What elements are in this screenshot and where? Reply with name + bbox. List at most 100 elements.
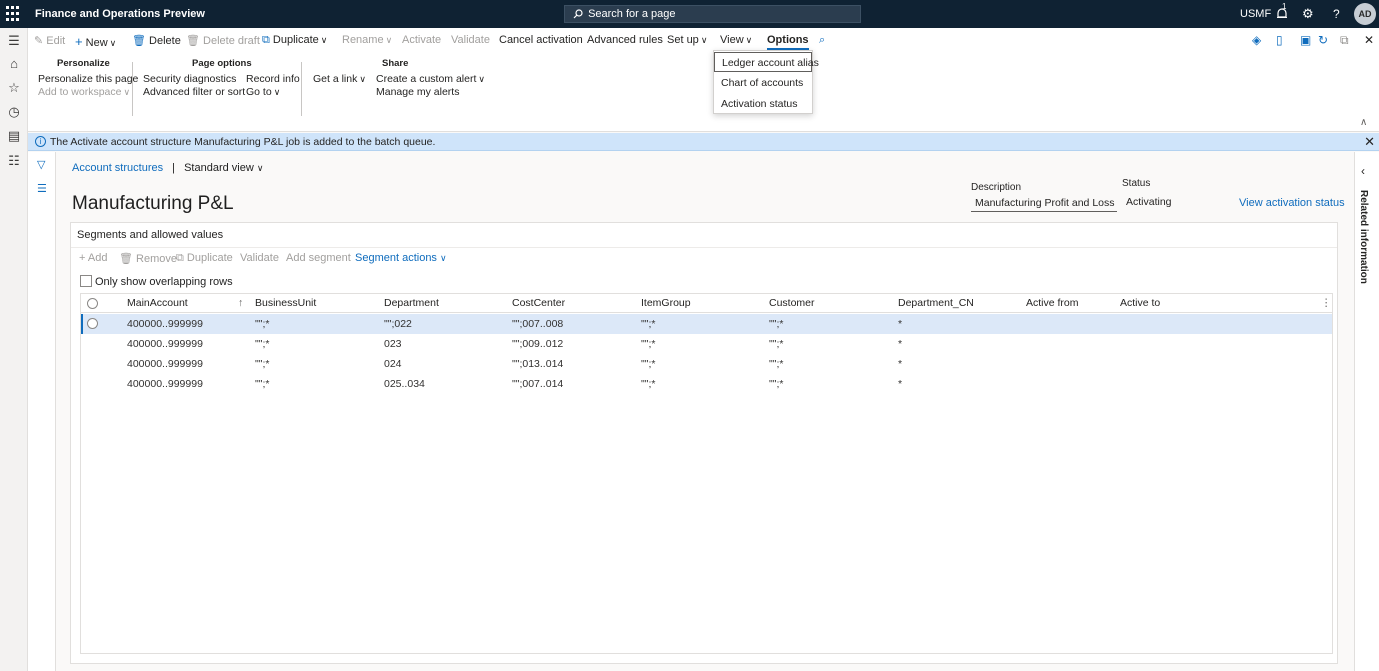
advanced-rules-button[interactable]: Advanced rules xyxy=(587,34,663,46)
cell-mainaccount[interactable]: 400000..999999 xyxy=(127,314,203,334)
description-field[interactable]: Manufacturing Profit and Loss xyxy=(971,197,1117,212)
cell-itemgroup[interactable]: "";* xyxy=(641,334,655,354)
close-page-icon[interactable]: ✕ xyxy=(1364,33,1374,47)
action-search-icon[interactable]: ⌕ xyxy=(819,34,825,47)
cell-costcenter[interactable]: "";007..008 xyxy=(512,314,563,334)
cell-costcenter[interactable]: "";007..014 xyxy=(512,374,563,394)
table-row[interactable]: 400000..999999 "";* 024 "";013..014 "";*… xyxy=(81,354,1332,374)
delete-draft-button[interactable]: 🗑 Delete draft xyxy=(186,34,260,47)
personalize-this-page-button[interactable]: Personalize this page xyxy=(38,73,138,85)
cell-department[interactable]: 024 xyxy=(384,354,402,374)
home-icon[interactable]: ⌂ xyxy=(7,57,21,71)
add-to-workspace-button[interactable]: Add to workspace ∨ xyxy=(38,86,130,98)
list-toggle-icon[interactable]: ☰ xyxy=(37,182,47,195)
column-header-customer[interactable]: Customer xyxy=(769,294,815,313)
cell-businessunit[interactable]: "";* xyxy=(255,354,269,374)
cell-costcenter[interactable]: "";009..012 xyxy=(512,334,563,354)
chevron-left-icon[interactable]: ‹ xyxy=(1361,164,1365,178)
menu-item-chart-of-accounts[interactable]: Chart of accounts xyxy=(714,73,812,93)
column-options-icon[interactable]: ⋮ xyxy=(1321,294,1332,313)
duplicate-button[interactable]: ⧉ Duplicate ∨ xyxy=(262,34,327,47)
cell-mainaccount[interactable]: 400000..999999 xyxy=(127,334,203,354)
table-row[interactable]: 400000..999999 "";* "";022 "";007..008 "… xyxy=(81,314,1332,334)
column-header-businessunit[interactable]: BusinessUnit xyxy=(255,294,316,313)
cell-businessunit[interactable]: "";* xyxy=(255,314,269,334)
new-button[interactable]: + New ∨ xyxy=(75,34,116,49)
column-header-active-from[interactable]: Active from xyxy=(1026,294,1079,313)
overlap-checkbox[interactable] xyxy=(80,275,92,287)
remove-button[interactable]: 🗑 Remove xyxy=(119,252,177,265)
manage-my-alerts-button[interactable]: Manage my alerts xyxy=(376,86,459,98)
table-row[interactable]: 400000..999999 "";* 025..034 "";007..014… xyxy=(81,374,1332,394)
rename-button[interactable]: Rename ∨ xyxy=(342,34,392,46)
favorites-star-icon[interactable]: ☆ xyxy=(7,81,21,95)
edit-button[interactable]: ✎ Edit xyxy=(34,34,65,47)
cell-customer[interactable]: "";* xyxy=(769,354,783,374)
menu-item-ledger-account-alias[interactable]: Ledger account alias xyxy=(714,52,819,72)
advanced-filter-button[interactable]: Advanced filter or sort xyxy=(143,86,245,98)
view-selector[interactable]: Standard view ∨ xyxy=(184,162,263,174)
tab-options[interactable]: Options xyxy=(767,34,809,50)
column-header-costcenter[interactable]: CostCenter xyxy=(512,294,565,313)
cell-department-cn[interactable]: * xyxy=(898,334,902,354)
app-launcher-icon[interactable] xyxy=(6,6,22,22)
recent-clock-icon[interactable]: ◷ xyxy=(7,105,21,119)
open-new-window-icon[interactable]: ⧉ xyxy=(1340,33,1349,48)
cell-itemgroup[interactable]: "";* xyxy=(641,314,655,334)
filter-icon[interactable]: ▽ xyxy=(37,158,45,171)
cell-mainaccount[interactable]: 400000..999999 xyxy=(127,374,203,394)
column-header-mainaccount[interactable]: MainAccount xyxy=(127,294,188,313)
activate-button[interactable]: Activate xyxy=(402,34,441,46)
column-header-itemgroup[interactable]: ItemGroup xyxy=(641,294,691,313)
cell-customer[interactable]: "";* xyxy=(769,314,783,334)
cell-itemgroup[interactable]: "";* xyxy=(641,354,655,374)
go-to-menu[interactable]: Go to ∨ xyxy=(246,86,280,98)
security-diagnostics-button[interactable]: Security diagnostics xyxy=(143,73,236,85)
create-custom-alert-menu[interactable]: Create a custom alert ∨ xyxy=(376,73,485,85)
cell-mainaccount[interactable]: 400000..999999 xyxy=(127,354,203,374)
company-picker[interactable]: USMF xyxy=(1240,0,1271,28)
view-menu[interactable]: View ∨ xyxy=(720,34,752,46)
notifications-icon[interactable]: 1 xyxy=(1275,0,1289,28)
table-row[interactable]: 400000..999999 "";* 023 "";009..012 "";*… xyxy=(81,334,1332,354)
related-information-pane[interactable]: ‹ Related information xyxy=(1354,152,1379,671)
cell-department[interactable]: 023 xyxy=(384,334,402,354)
hamburger-menu-icon[interactable]: ☰ xyxy=(7,34,21,48)
power-apps-icon[interactable]: ◈ xyxy=(1252,33,1261,47)
row-select-radio[interactable] xyxy=(87,318,98,329)
workspaces-icon[interactable]: ▤ xyxy=(7,129,21,143)
help-icon[interactable]: ? xyxy=(1333,0,1340,28)
settings-gear-icon[interactable]: ⚙ xyxy=(1302,0,1314,28)
refresh-icon[interactable]: ↻ xyxy=(1318,33,1328,47)
column-header-department-cn[interactable]: Department_CN xyxy=(898,294,974,313)
column-header-department[interactable]: Department xyxy=(384,294,439,313)
breadcrumb-account-structures-link[interactable]: Account structures xyxy=(72,162,163,174)
column-header-active-to[interactable]: Active to xyxy=(1120,294,1160,313)
segment-actions-menu[interactable]: Segment actions ∨ xyxy=(355,252,447,264)
cell-customer[interactable]: "";* xyxy=(769,374,783,394)
search-input[interactable]: Search for a page xyxy=(564,5,861,23)
duplicate-row-button[interactable]: ⧉ Duplicate xyxy=(176,252,233,265)
collapse-action-pane-icon[interactable]: ∧ xyxy=(1360,117,1367,128)
delete-button[interactable]: 🗑 Delete xyxy=(132,34,181,47)
modules-list-icon[interactable]: ☷ xyxy=(7,154,21,168)
add-segment-button[interactable]: Add segment xyxy=(286,252,351,264)
cell-department[interactable]: "";022 xyxy=(384,314,412,334)
menu-item-activation-status[interactable]: Activation status xyxy=(714,94,812,114)
cell-customer[interactable]: "";* xyxy=(769,334,783,354)
close-message-icon[interactable]: ✕ xyxy=(1364,133,1375,151)
overlap-filter[interactable]: Only show overlapping rows xyxy=(80,275,233,288)
cell-businessunit[interactable]: "";* xyxy=(255,334,269,354)
validate-segments-button[interactable]: Validate xyxy=(240,252,279,264)
add-button[interactable]: + Add xyxy=(79,252,107,264)
cell-department-cn[interactable]: * xyxy=(898,314,902,334)
avatar[interactable]: AD xyxy=(1354,3,1376,25)
cell-department[interactable]: 025..034 xyxy=(384,374,425,394)
validate-button[interactable]: Validate xyxy=(451,34,490,46)
cancel-activation-button[interactable]: Cancel activation xyxy=(499,34,583,46)
cell-department-cn[interactable]: * xyxy=(898,354,902,374)
cell-costcenter[interactable]: "";013..014 xyxy=(512,354,563,374)
office-icon[interactable]: ▯ xyxy=(1276,33,1283,47)
get-a-link-menu[interactable]: Get a link ∨ xyxy=(313,73,366,85)
cell-department-cn[interactable]: * xyxy=(898,374,902,394)
